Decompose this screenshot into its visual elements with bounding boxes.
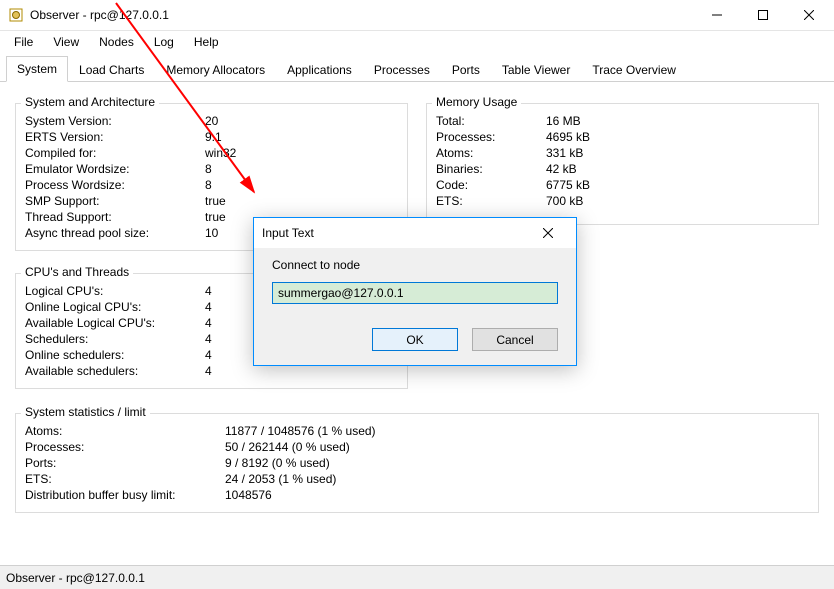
kv-key: Total: — [436, 114, 546, 128]
group-title: System and Architecture — [21, 95, 159, 109]
menu-log[interactable]: Log — [144, 33, 184, 51]
kv-value: 1048576 — [225, 488, 809, 502]
dialog-titlebar[interactable]: Input Text — [254, 218, 576, 248]
kv-key: Distribution buffer busy limit: — [25, 488, 225, 502]
kv-value: true — [205, 194, 398, 208]
titlebar: Observer - rpc@127.0.0.1 — [0, 0, 834, 31]
group-title: CPU's and Threads — [21, 265, 133, 279]
tab-system[interactable]: System — [6, 56, 68, 82]
kv-row: ETS:700 kB — [432, 193, 813, 209]
kv-value: 8 — [205, 162, 398, 176]
app-icon — [8, 7, 24, 23]
kv-key: ERTS Version: — [25, 130, 205, 144]
maximize-button[interactable] — [740, 0, 786, 30]
kv-value: 20 — [205, 114, 398, 128]
kv-row: Processes:50 / 262144 (0 % used) — [21, 439, 813, 455]
dialog-close-button[interactable] — [528, 219, 568, 247]
tab-table-viewer[interactable]: Table Viewer — [491, 57, 581, 82]
kv-key: Available schedulers: — [25, 364, 205, 378]
tab-ports[interactable]: Ports — [441, 57, 491, 82]
tab-trace-overview[interactable]: Trace Overview — [581, 57, 687, 82]
kv-row: SMP Support:true — [21, 193, 402, 209]
kv-value: 700 kB — [546, 194, 809, 208]
kv-row: Ports:9 / 8192 (0 % used) — [21, 455, 813, 471]
kv-key: Logical CPU's: — [25, 284, 205, 298]
kv-value: 4 — [205, 364, 398, 378]
tab-memory-allocators[interactable]: Memory Allocators — [155, 57, 276, 82]
kv-key: Emulator Wordsize: — [25, 162, 205, 176]
kv-key: Atoms: — [436, 146, 546, 160]
dialog-body: Connect to node OK Cancel — [254, 248, 576, 365]
kv-value: 9 / 8192 (0 % used) — [225, 456, 809, 470]
kv-row: System Version:20 — [21, 113, 402, 129]
kv-row: Emulator Wordsize:8 — [21, 161, 402, 177]
kv-row: Process Wordsize:8 — [21, 177, 402, 193]
kv-key: Schedulers: — [25, 332, 205, 346]
tab-load-charts[interactable]: Load Charts — [68, 57, 155, 82]
menu-nodes[interactable]: Nodes — [89, 33, 144, 51]
kv-key: Processes: — [25, 440, 225, 454]
kv-value: 8 — [205, 178, 398, 192]
kv-row: Distribution buffer busy limit:1048576 — [21, 487, 813, 503]
kv-key: ETS: — [436, 194, 546, 208]
kv-key: Thread Support: — [25, 210, 205, 224]
kv-row: Compiled for:win32 — [21, 145, 402, 161]
kv-row: Code:6775 kB — [432, 177, 813, 193]
tabstrip: System Load Charts Memory Allocators App… — [0, 53, 834, 82]
input-text-dialog: Input Text Connect to node OK Cancel — [253, 217, 577, 366]
kv-key: Process Wordsize: — [25, 178, 205, 192]
kv-key: System Version: — [25, 114, 205, 128]
kv-row: ETS:24 / 2053 (1 % used) — [21, 471, 813, 487]
kv-key: Online Logical CPU's: — [25, 300, 205, 314]
minimize-button[interactable] — [694, 0, 740, 30]
node-name-input[interactable] — [272, 282, 558, 304]
group-system-statistics: System statistics / limit Atoms:11877 / … — [14, 402, 820, 514]
kv-value: 16 MB — [546, 114, 809, 128]
kv-key: Online schedulers: — [25, 348, 205, 362]
kv-row: Binaries:42 kB — [432, 161, 813, 177]
kv-value: 331 kB — [546, 146, 809, 160]
menubar: File View Nodes Log Help — [0, 31, 834, 53]
dialog-label: Connect to node — [272, 258, 558, 272]
group-title: Memory Usage — [432, 95, 521, 109]
kv-value: win32 — [205, 146, 398, 160]
tab-applications[interactable]: Applications — [276, 57, 363, 82]
close-button[interactable] — [786, 0, 832, 30]
kv-key: Code: — [436, 178, 546, 192]
kv-key: Async thread pool size: — [25, 226, 205, 240]
kv-key: Compiled for: — [25, 146, 205, 160]
kv-row: Atoms:11877 / 1048576 (1 % used) — [21, 423, 813, 439]
ok-button[interactable]: OK — [372, 328, 458, 351]
kv-row: ERTS Version:9.1 — [21, 129, 402, 145]
kv-value: 9.1 — [205, 130, 398, 144]
kv-value: 50 / 262144 (0 % used) — [225, 440, 809, 454]
kv-row: Processes:4695 kB — [432, 129, 813, 145]
kv-value: 4695 kB — [546, 130, 809, 144]
menu-view[interactable]: View — [43, 33, 89, 51]
dialog-title: Input Text — [262, 226, 528, 240]
group-title: System statistics / limit — [21, 405, 150, 419]
group-memory-usage: Memory Usage Total:16 MBProcesses:4695 k… — [425, 92, 820, 226]
menu-file[interactable]: File — [4, 33, 43, 51]
kv-value: 24 / 2053 (1 % used) — [225, 472, 809, 486]
status-text: Observer - rpc@127.0.0.1 — [6, 571, 145, 585]
kv-key: Binaries: — [436, 162, 546, 176]
kv-row: Atoms:331 kB — [432, 145, 813, 161]
menu-help[interactable]: Help — [184, 33, 229, 51]
kv-key: Processes: — [436, 130, 546, 144]
kv-key: Ports: — [25, 456, 225, 470]
kv-key: Available Logical CPU's: — [25, 316, 205, 330]
statusbar: Observer - rpc@127.0.0.1 — [0, 565, 834, 589]
kv-key: SMP Support: — [25, 194, 205, 208]
tab-processes[interactable]: Processes — [363, 57, 441, 82]
kv-row: Total:16 MB — [432, 113, 813, 129]
kv-value: 11877 / 1048576 (1 % used) — [225, 424, 809, 438]
window-title: Observer - rpc@127.0.0.1 — [30, 8, 169, 22]
kv-key: ETS: — [25, 472, 225, 486]
kv-key: Atoms: — [25, 424, 225, 438]
kv-value: 6775 kB — [546, 178, 809, 192]
kv-value: 42 kB — [546, 162, 809, 176]
cancel-button[interactable]: Cancel — [472, 328, 558, 351]
